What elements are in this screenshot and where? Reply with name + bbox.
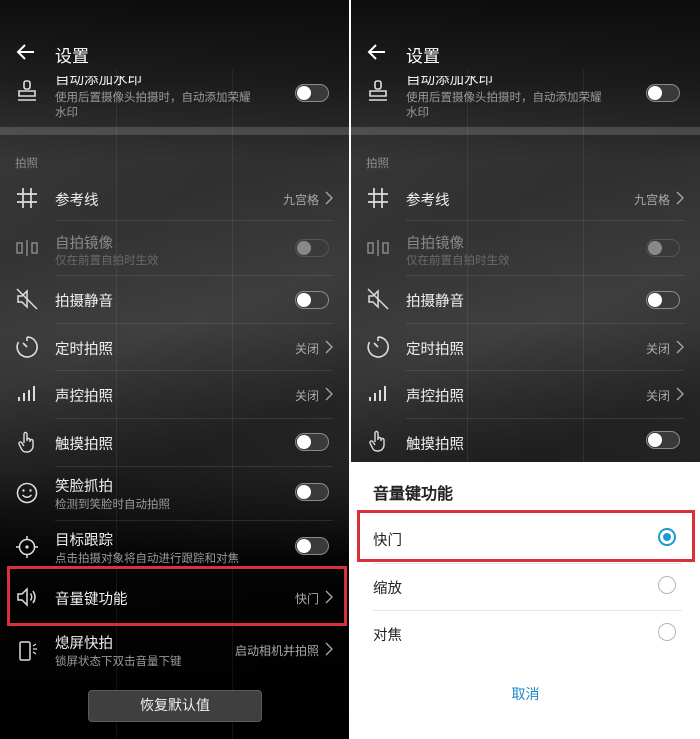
option-focus[interactable]: 对焦	[351, 611, 700, 657]
timer-icon	[16, 336, 38, 358]
settings-panel-right: 设置 自动添加水印 使用后置摄像头拍摄时，自动添加荣耀 水印 拍照 参考线 九宫…	[351, 0, 700, 739]
option-zoom[interactable]: 缩放	[351, 564, 700, 610]
radio-unselected[interactable]	[658, 623, 676, 641]
chevron-right-icon	[325, 387, 333, 401]
touch-icon	[18, 431, 34, 453]
back-arrow-icon[interactable]	[365, 40, 389, 64]
timer-icon	[367, 336, 389, 358]
setting-watermark[interactable]: 自动添加水印 使用后置摄像头拍摄时，自动添加荣耀 水印	[0, 68, 349, 124]
cancel-button[interactable]: 取消	[351, 684, 700, 704]
chevron-right-icon	[676, 387, 684, 401]
restore-defaults-button[interactable]: 恢复默认值	[88, 690, 262, 722]
stamp-icon	[18, 80, 36, 101]
mirror-toggle[interactable]	[295, 239, 329, 257]
setting-mute[interactable]: 拍摄静音	[0, 276, 349, 322]
radio-unselected[interactable]	[658, 576, 676, 594]
setting-touch[interactable]: 触摸拍照	[351, 419, 700, 461]
back-arrow-icon[interactable]	[14, 40, 38, 64]
smile-icon	[16, 482, 38, 504]
tracking-toggle[interactable]	[295, 537, 329, 555]
chevron-right-icon	[325, 191, 333, 205]
watermark-toggle[interactable]	[295, 84, 329, 102]
setting-screen-off-snapshot[interactable]: 熄屏快拍 锁屏状态下双击音量下键 启动相机并拍照	[0, 628, 349, 678]
setting-timer[interactable]: 定时拍照 关闭	[0, 324, 349, 370]
touch-icon	[369, 430, 385, 452]
grid-icon	[368, 188, 388, 208]
mute-icon	[367, 288, 389, 310]
touch-toggle[interactable]	[646, 431, 680, 449]
mute-toggle[interactable]	[295, 291, 329, 309]
setting-tracking[interactable]: 目标跟踪 点击拍摄对象将自动进行跟踪和对焦	[0, 521, 349, 571]
volume-key-dialog: 音量键功能 快门 缩放 对焦 取消	[351, 462, 700, 739]
touch-toggle[interactable]	[295, 433, 329, 451]
mirror-icon	[16, 240, 38, 256]
dialog-title: 音量键功能	[373, 484, 454, 503]
chevron-right-icon	[676, 191, 684, 205]
setting-mirror[interactable]: 自拍镜像 仅在前置自拍时生效	[0, 222, 349, 274]
stamp-icon	[369, 80, 387, 101]
crosshair-icon	[16, 536, 38, 558]
voice-bars-icon	[369, 386, 386, 401]
mute-toggle[interactable]	[646, 291, 680, 309]
grid-icon	[17, 188, 37, 208]
section-header-photo: 拍照	[15, 156, 38, 170]
setting-watermark[interactable]: 自动添加水印 使用后置摄像头拍摄时，自动添加荣耀 水印	[351, 68, 700, 124]
section-header-photo: 拍照	[366, 156, 389, 170]
setting-voice[interactable]: 声控拍照 关闭	[351, 371, 700, 417]
highlight-box-shutter-option	[357, 510, 695, 562]
setting-mute[interactable]: 拍摄静音	[351, 276, 700, 322]
highlight-box-volume-key	[7, 566, 347, 626]
chevron-right-icon	[676, 340, 684, 354]
setting-mirror[interactable]: 自拍镜像 仅在前置自拍时生效	[351, 222, 700, 274]
setting-smile[interactable]: 笑脸抓拍 检测到笑脸时自动拍照	[0, 467, 349, 519]
mirror-toggle[interactable]	[646, 239, 680, 257]
phone-icon	[19, 641, 37, 661]
smile-toggle[interactable]	[295, 483, 329, 501]
setting-timer[interactable]: 定时拍照 关闭	[351, 324, 700, 370]
setting-voice[interactable]: 声控拍照 关闭	[0, 371, 349, 417]
page-title: 设置	[55, 47, 89, 67]
chevron-right-icon	[325, 642, 333, 656]
voice-bars-icon	[18, 386, 35, 401]
page-title: 设置	[406, 47, 440, 67]
watermark-toggle[interactable]	[646, 84, 680, 102]
mirror-icon	[367, 240, 389, 256]
settings-panel-left: 设置 自动添加水印 使用后置摄像头拍摄时，自动添加荣耀 水印 拍照 参考线 九宫…	[0, 0, 349, 739]
setting-grid[interactable]: 参考线 九宫格	[0, 176, 349, 220]
screenshot-pair: 设置 自动添加水印 使用后置摄像头拍摄时，自动添加荣耀 水印 拍照 参考线 九宫…	[0, 0, 700, 739]
chevron-right-icon	[325, 340, 333, 354]
mute-icon	[16, 288, 38, 310]
setting-touch[interactable]: 触摸拍照	[0, 419, 349, 465]
setting-grid[interactable]: 参考线 九宫格	[351, 176, 700, 220]
